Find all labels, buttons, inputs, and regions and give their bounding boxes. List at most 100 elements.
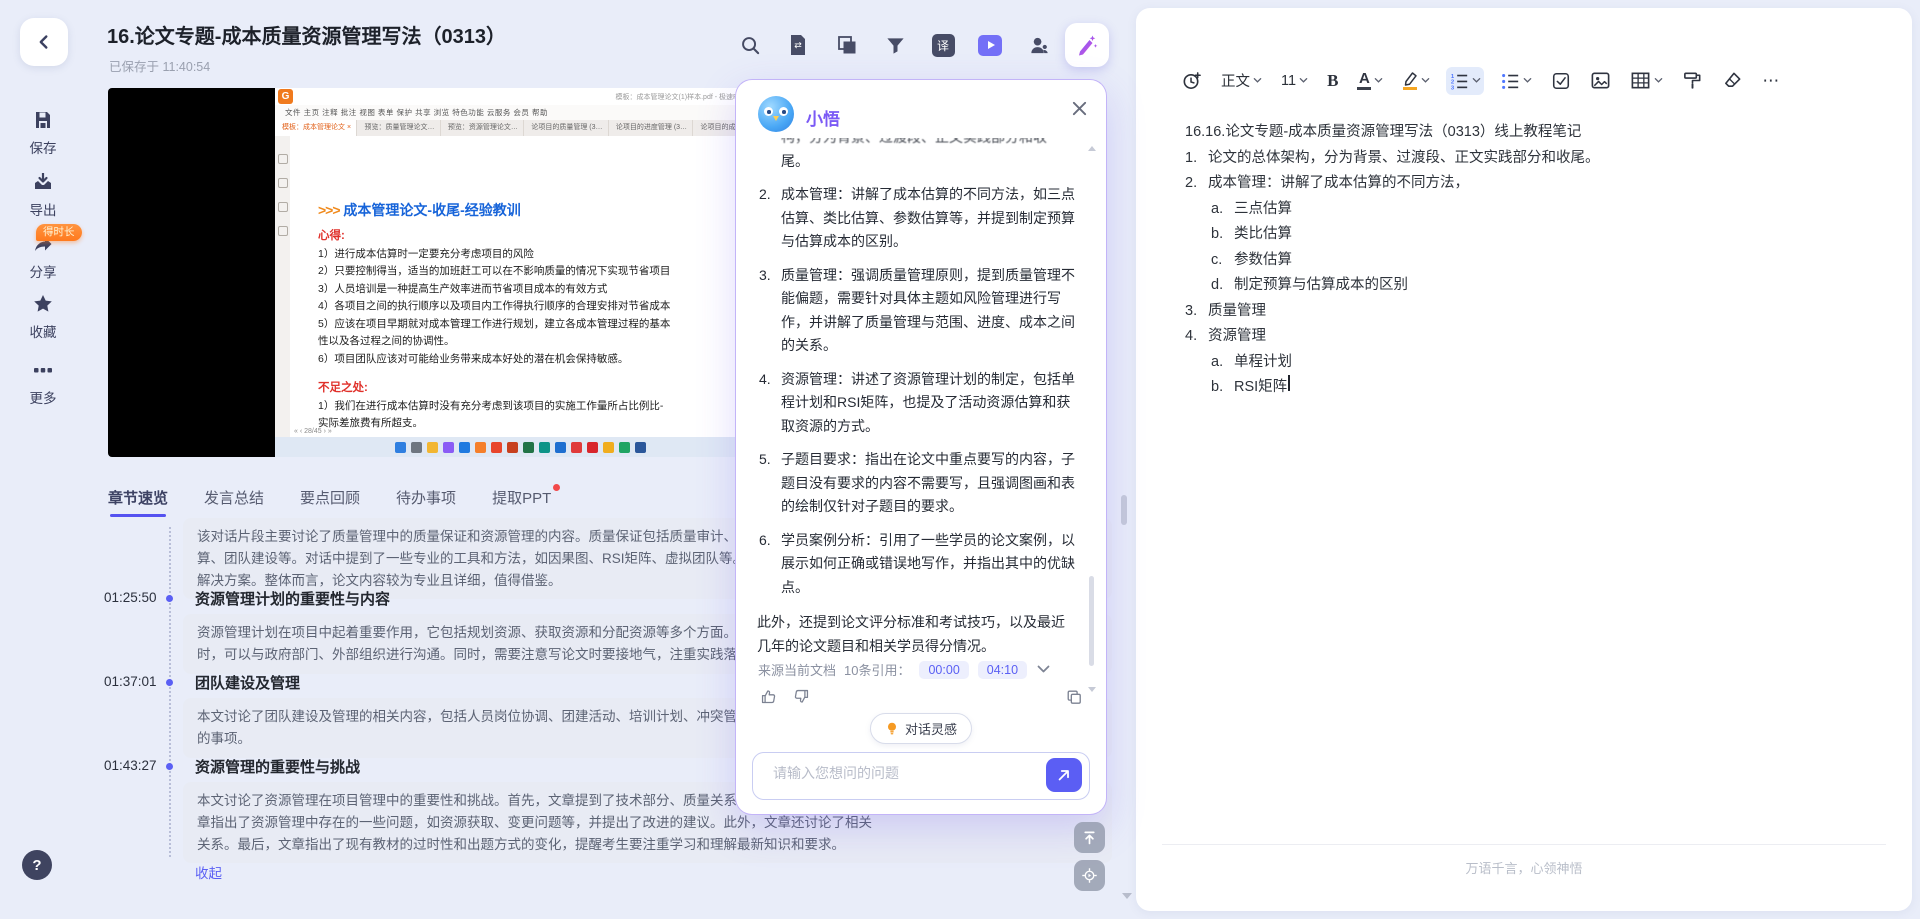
thumbs-up-icon[interactable]	[760, 688, 777, 705]
font-size-select[interactable]: 11	[1278, 69, 1311, 93]
note-content[interactable]: 16.16.论文专题-成本质量资源管理写法（0313）线上教程笔记 1. 论文的总…	[1185, 120, 1885, 401]
chat-message-area[interactable]: 构，分为背景、过渡段、正文实践部分和收 尾。 2. 成本管理：讲解了成本估算的不同…	[757, 138, 1076, 652]
avatar-beak	[772, 116, 779, 121]
chevron-down-icon[interactable]	[1037, 665, 1050, 674]
avatar-eye	[764, 107, 773, 116]
tab-speech-summary[interactable]: 发言总结	[204, 487, 264, 517]
citation-chip[interactable]: 04:10	[977, 660, 1028, 679]
more-tools-button[interactable]: ⋯	[1759, 67, 1784, 95]
note-subline[interactable]: a. 三点估算	[1211, 197, 1885, 223]
tab-chapter-overview[interactable]: 章节速览	[108, 487, 168, 517]
list-marker: d.	[1211, 277, 1224, 293]
saved-status: 已保存于 11:40:54	[109, 60, 211, 74]
tab-key-points[interactable]: 要点回顾	[300, 487, 360, 517]
assistant-avatar	[758, 96, 794, 132]
chapter-title[interactable]: 资源管理计划的重要性与内容	[195, 588, 390, 609]
copy-icon	[836, 34, 858, 56]
translate-doc-button[interactable]: ⇄	[786, 33, 810, 57]
video-player[interactable]: G 模板：成本管理论文(1)样本.pdf - 极速PDF阅读器 文件 主页 注释…	[108, 88, 778, 457]
sidebar-item-export[interactable]: 导出	[0, 170, 86, 219]
chapter-title[interactable]: 资源管理的重要性与挑战	[195, 756, 360, 777]
bold-label: B	[1327, 70, 1339, 90]
collapse-link[interactable]: 收起	[195, 862, 222, 882]
filter-button[interactable]	[883, 33, 907, 57]
note-subline[interactable]: c. 参数估算	[1211, 248, 1885, 274]
pdf-note-line: 4）各项目之间的执行顺序以及项目内工作得执行顺序的合理安排对节省成本	[318, 300, 671, 312]
svg-text:3: 3	[1451, 85, 1455, 90]
sidebar-item-share[interactable]: 得时长 分享	[0, 224, 86, 281]
note-title-line[interactable]: 16.16.论文专题-成本质量资源管理写法（0313）线上教程笔记	[1185, 120, 1885, 146]
taskbar-app-icon	[539, 441, 550, 453]
insert-table-button[interactable]	[1627, 66, 1666, 95]
chapter-timestamp[interactable]: 01:43:27	[104, 758, 164, 773]
item-number: 3.	[759, 266, 771, 283]
back-to-top-button[interactable]	[1074, 822, 1105, 853]
speakers-button[interactable]	[1027, 33, 1051, 57]
translate-toggle-button[interactable]: 译	[931, 33, 955, 57]
citation-chip[interactable]: 00:00	[919, 660, 969, 679]
sidebar-item-favorite[interactable]: 收藏	[0, 292, 86, 341]
help-button[interactable]: ?	[22, 850, 52, 880]
list-marker: a.	[1211, 200, 1224, 217]
font-color-button[interactable]: A	[1354, 67, 1386, 94]
checkbox-button[interactable]	[1548, 67, 1574, 95]
pdf-note-line: 1）我们在进行成本估算时没有充分考虑到该项目的实施工作量所占比例比-	[318, 399, 664, 412]
note-line[interactable]: 3. 质量管理	[1185, 299, 1885, 325]
desc-line: 章指出了资源管理中存在的一些问题，如资源获取、变更问题等，并提出了改进的建议。此…	[197, 814, 872, 830]
copy-message-icon[interactable]	[1066, 689, 1082, 705]
highlight-button[interactable]	[1399, 67, 1433, 94]
send-button[interactable]	[1046, 758, 1082, 792]
scroll-down-arrow[interactable]	[1088, 687, 1096, 692]
export-icon	[0, 170, 86, 194]
share-icon: 得时长	[0, 224, 86, 256]
ai-assistant-button[interactable]	[1065, 23, 1109, 67]
tab-todo[interactable]: 待办事项	[396, 487, 456, 517]
chapter-timestamp[interactable]: 01:25:50	[104, 590, 164, 605]
copy-pages-button[interactable]	[835, 33, 859, 57]
paragraph-style-select[interactable]: 正文	[1218, 66, 1265, 95]
scroll-up-arrow[interactable]	[1088, 146, 1096, 151]
format-painter-button[interactable]	[1679, 66, 1706, 95]
scroll-down-arrow[interactable]	[1122, 893, 1132, 899]
pdf-pencil-icon	[277, 154, 288, 164]
note-line[interactable]: 4. 资源管理	[1185, 324, 1885, 350]
clear-format-button[interactable]	[1719, 66, 1746, 95]
note-subline[interactable]: b. 类比估算	[1211, 222, 1885, 248]
back-button[interactable]	[20, 18, 68, 66]
chat-scrollbar-thumb[interactable]	[1089, 576, 1094, 666]
chapter-title[interactable]: 团队建设及管理	[195, 672, 300, 693]
thumbs-down-icon[interactable]	[793, 688, 810, 705]
pdf-note-line: 5）应该在项目早期就对成本管理工作进行规划，建立各成本管理过程的基本	[318, 317, 671, 330]
note-text: 单程计划	[1234, 353, 1292, 370]
bullet-list-button[interactable]	[1497, 67, 1535, 95]
chat-input-box[interactable]	[752, 752, 1090, 800]
sidebar-item-save[interactable]: 保存	[0, 108, 86, 157]
numbered-list-button[interactable]: 123	[1446, 66, 1485, 95]
search-button[interactable]	[738, 33, 762, 57]
video-mode-button[interactable]	[978, 33, 1002, 57]
tab-extract-ppt[interactable]: 提取PPT	[492, 484, 561, 517]
insert-image-button[interactable]	[1587, 66, 1614, 95]
note-line[interactable]: 2. 成本管理：讲解了成本估算的不同方法，	[1185, 171, 1885, 197]
chat-scrollbar[interactable]	[1087, 146, 1097, 696]
locate-playback-button[interactable]	[1074, 860, 1105, 891]
item-text: 质量管理：强调质量管理原则，提到质量管理不能偏题，需要针对具体主题如风险管理进行…	[781, 266, 1075, 354]
chapter-timestamp[interactable]: 01:37:01	[104, 674, 164, 689]
center-scrollbar-thumb[interactable]	[1121, 495, 1127, 525]
insert-timestamp-button[interactable]	[1178, 66, 1205, 95]
note-subline[interactable]: b. RSI矩阵	[1211, 375, 1885, 401]
pdf-titlebar: G 模板：成本管理论文(1)样本.pdf - 极速PDF阅读器	[275, 88, 778, 105]
citation-row: 来源当前文档 10条引用： 00:00 04:10	[758, 660, 1050, 679]
note-subline[interactable]: d. 制定预算与估算成本的区别	[1211, 273, 1885, 299]
chat-input[interactable]	[771, 764, 1025, 782]
note-line[interactable]: 1. 论文的总体架构，分为背景、过渡段、正文实践部分和收尾。	[1185, 146, 1885, 172]
taskbar-app-icon	[587, 441, 598, 453]
taskbar-app-icon	[603, 441, 614, 453]
ai-wand-icon	[1075, 33, 1099, 57]
note-subline[interactable]: a. 单程计划	[1211, 350, 1885, 376]
inspiration-button[interactable]: 对话灵感	[869, 713, 973, 744]
sidebar-item-more[interactable]: 更多	[0, 358, 86, 407]
pdf-page-nav: « ‹ 28/45 › »	[294, 428, 332, 435]
close-icon[interactable]	[1071, 100, 1088, 117]
bold-button[interactable]: B	[1324, 67, 1341, 95]
